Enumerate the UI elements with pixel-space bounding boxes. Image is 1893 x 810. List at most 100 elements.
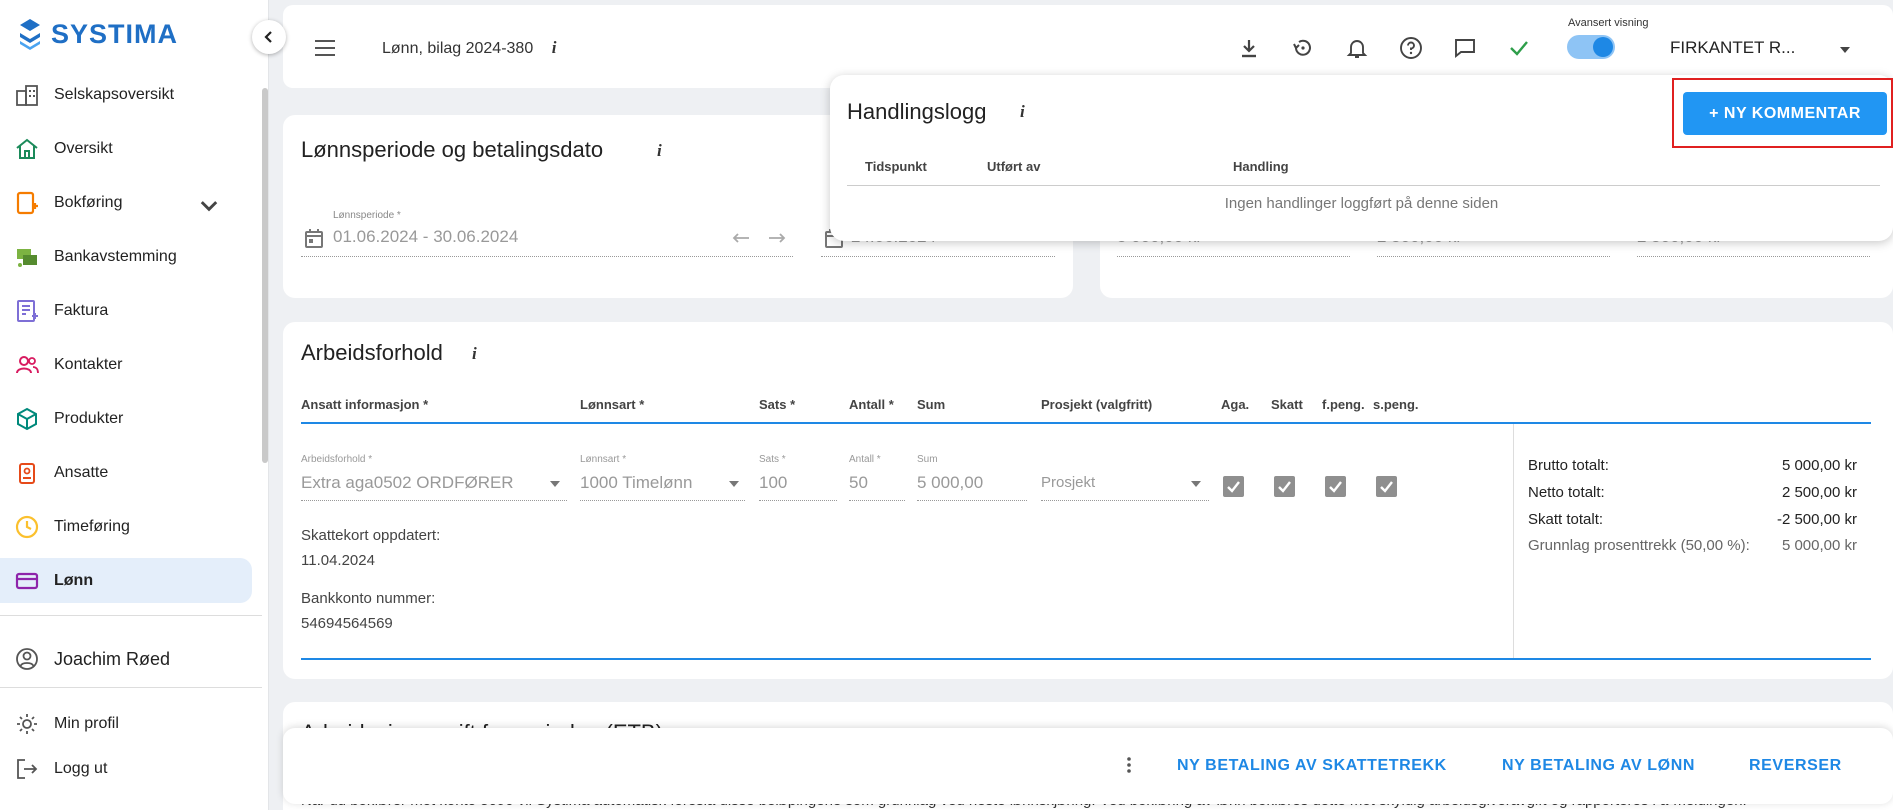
clock-icon (15, 515, 39, 538)
lonnsperiode-label: Lønnsperiode * (333, 210, 401, 221)
calendar-icon[interactable] (303, 227, 325, 249)
ny-betaling-skattetrekk-button[interactable]: NY BETALING AV SKATTETREKK (1177, 757, 1447, 775)
skattekort-date: 11.04.2024 (301, 552, 375, 569)
bottom-action-bar: NY BETALING AV SKATTETREKK NY BETALING A… (283, 728, 1893, 804)
breadcrumb: Lønn, bilag 2024-380 i (382, 38, 556, 58)
user-profile[interactable]: Joachim Røed (14, 646, 170, 672)
more-vert-icon[interactable] (1126, 756, 1132, 774)
sidebar-item-timeforing[interactable]: Timeføring (0, 504, 252, 549)
arrow-right-icon[interactable] (767, 230, 787, 246)
sidebar-item-label: Lønn (54, 571, 94, 589)
notifications-button[interactable] (1342, 33, 1372, 63)
antall-input[interactable]: 50 (849, 473, 868, 493)
betalingsdato-underline (821, 256, 1055, 257)
total-row: Netto totalt: 2 500,00 kr (1528, 484, 1857, 501)
col-skatt: Skatt (1271, 397, 1303, 412)
handlingslogg-title: Handlingslogg (847, 99, 987, 124)
systima-logo[interactable]: SYSTIMA (17, 17, 178, 51)
min-profil-label: Min profil (54, 715, 119, 732)
history-icon (1293, 39, 1311, 56)
col-aga: Aga. (1221, 397, 1250, 412)
min-profil-link[interactable]: Min profil (14, 711, 119, 737)
sidebar-divider (0, 687, 262, 688)
summary-underline (1637, 256, 1870, 257)
sidebar-item-ansatte[interactable]: Ansatte (0, 450, 252, 495)
caret-down-icon[interactable] (549, 480, 561, 488)
caret-down-icon[interactable] (728, 480, 740, 488)
info-icon[interactable]: i (472, 344, 477, 364)
reverser-button[interactable]: REVERSER (1749, 757, 1842, 775)
help-button[interactable] (1396, 33, 1426, 63)
sidebar-item-bankavstemming[interactable]: Bankavstemming (0, 234, 252, 279)
caret-down-icon[interactable] (1190, 480, 1202, 488)
prosjekt-underline (1041, 500, 1209, 501)
total-value: 5 000,00 kr (1781, 457, 1857, 474)
logg-ut-link[interactable]: Logg ut (14, 756, 107, 782)
col-antall: Antall * (849, 397, 894, 412)
sidebar-scrollbar[interactable] (262, 88, 268, 463)
totals-divider (1513, 424, 1514, 659)
sidebar-item-label: Bankavstemming (54, 247, 177, 265)
sidebar-item-bokforing[interactable]: Bokføring (0, 180, 252, 225)
chevron-down-icon[interactable] (196, 192, 222, 218)
arbeidsforhold-select[interactable]: Extra aga0502 ORDFØRER (301, 473, 514, 493)
info-icon[interactable]: i (657, 141, 662, 161)
contacts-icon (16, 355, 39, 373)
bankkonto-label: Bankkonto nummer: (301, 590, 436, 607)
sum-label: Sum (917, 454, 938, 465)
sidebar-nav: Selskapsoversikt Oversikt Bokføring Bank… (0, 72, 262, 612)
sidebar-item-oversikt[interactable]: Oversikt (0, 126, 252, 171)
ny-kommentar-button[interactable]: + NY KOMMENTAR (1683, 92, 1887, 135)
info-icon[interactable]: i (1020, 102, 1025, 122)
collapse-sidebar-button[interactable] (252, 20, 286, 54)
antall-underline (849, 500, 905, 501)
sats-label: Sats * (759, 454, 786, 465)
arrow-left-icon[interactable] (731, 230, 751, 246)
caret-down-icon[interactable] (1838, 45, 1852, 55)
fpeng-checkbox[interactable] (1325, 476, 1346, 497)
check-icon (1227, 481, 1240, 493)
history-button[interactable] (1288, 33, 1318, 63)
prosjekt-select[interactable]: Prosjekt (1041, 474, 1095, 491)
lonnsperiode-input[interactable]: 01.06.2024 - 30.06.2024 (333, 227, 518, 247)
col-speng: s.peng. (1373, 397, 1419, 412)
info-icon[interactable]: i (552, 38, 557, 57)
download-icon (1242, 40, 1256, 58)
total-row: Grunnlag prosenttrekk (50,00 %): 5 000,00… (1528, 537, 1857, 554)
lonnsart-select[interactable]: 1000 Timelønn (580, 473, 692, 493)
col-ansatt: Ansatt informasjon * (301, 397, 429, 412)
col-prosjekt: Prosjekt (valgfritt) (1041, 397, 1153, 412)
total-label: Skatt totalt: (1528, 511, 1604, 528)
sidebar-item-selskapsoversikt[interactable]: Selskapsoversikt (0, 72, 252, 117)
user-avatar-icon (16, 648, 38, 670)
ny-betaling-lonn-button[interactable]: NY BETALING AV LØNN (1502, 757, 1695, 775)
table-bottom-divider (301, 658, 1871, 660)
speng-checkbox[interactable] (1376, 476, 1397, 497)
menu-icon[interactable] (313, 39, 337, 57)
col-fpeng: f.peng. (1322, 397, 1365, 412)
sats-underline (759, 500, 837, 501)
total-label: Brutto totalt: (1528, 457, 1609, 474)
company-selector[interactable]: FIRKANTET R... (1670, 38, 1795, 58)
table-header-divider (301, 422, 1871, 424)
aga-checkbox[interactable] (1223, 476, 1244, 497)
log-col-tidspunkt: Tidspunkt (865, 159, 927, 174)
sidebar-item-faktura[interactable]: Faktura (0, 288, 252, 333)
home-icon (16, 138, 38, 159)
sats-input[interactable]: 100 (759, 473, 787, 493)
summary-underline (1377, 256, 1610, 257)
sidebar-item-lonn[interactable]: Lønn (0, 558, 252, 603)
status-check-button[interactable] (1504, 33, 1534, 63)
advanced-view-toggle[interactable] (1567, 35, 1615, 59)
sidebar-item-produkter[interactable]: Produkter (0, 396, 252, 441)
payroll-card-icon (15, 572, 39, 589)
bell-icon (1346, 40, 1368, 58)
gear-icon (17, 714, 37, 734)
comments-button[interactable] (1450, 33, 1480, 63)
skatt-checkbox[interactable] (1274, 476, 1295, 497)
download-button[interactable] (1234, 33, 1264, 63)
col-lonnsart: Lønnsart * (580, 397, 645, 412)
sidebar-item-label: Kontakter (54, 355, 123, 373)
log-header-divider (847, 185, 1880, 186)
sidebar-item-kontakter[interactable]: Kontakter (0, 342, 252, 387)
